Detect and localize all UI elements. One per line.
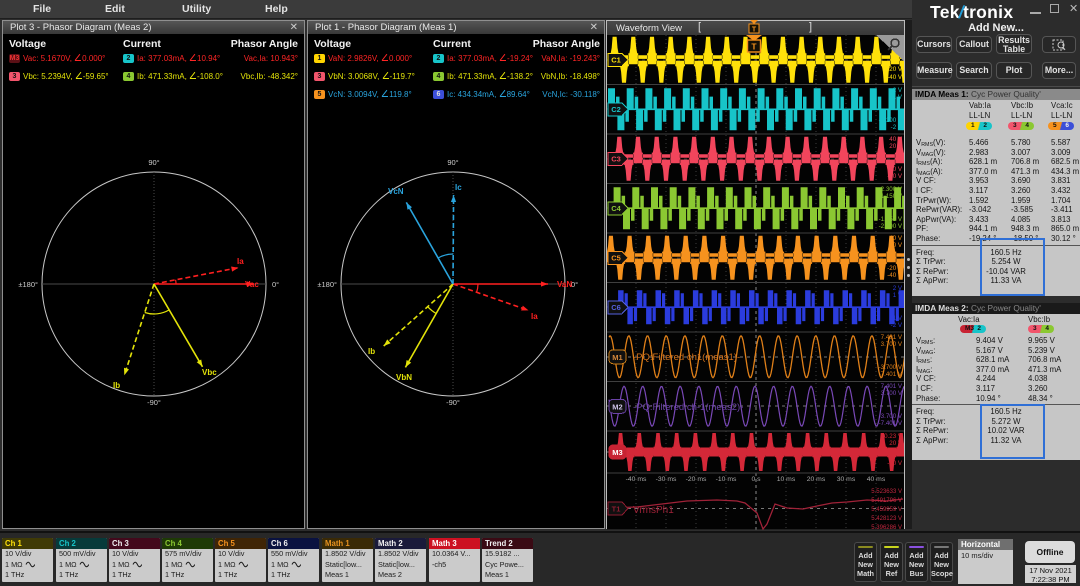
svg-text:-PQ:Filtered ch1(meas1)-: -PQ:Filtered ch1(meas1)- xyxy=(633,352,740,363)
svg-text:Vac: Vac xyxy=(245,280,259,289)
svg-text:-90°: -90° xyxy=(147,398,161,407)
svg-text:-20 ms: -20 ms xyxy=(686,476,707,483)
svg-text:VaN: VaN xyxy=(557,280,572,289)
svg-text:3.700 V: 3.700 V xyxy=(881,341,903,348)
svg-text:C2: C2 xyxy=(611,105,621,114)
svg-text:-20 V: -20 V xyxy=(887,166,903,173)
svg-text:-7.401 V: -7.401 V xyxy=(879,420,903,427)
svg-text:M2: M2 xyxy=(612,402,622,411)
svg-text:VbN: VbN xyxy=(396,373,412,382)
svg-text:-90°: -90° xyxy=(446,398,460,407)
svg-text:-3.700 V: -3.700 V xyxy=(879,413,903,420)
svg-text:0°: 0° xyxy=(272,280,279,289)
svg-text:-20 V: -20 V xyxy=(887,460,903,467)
svg-text:-PQ:Filtered ch-1(meas2)-: -PQ:Filtered ch-1(meas2)- xyxy=(633,402,743,413)
svg-text:C5: C5 xyxy=(611,254,621,263)
svg-text:-40 V: -40 V xyxy=(887,272,903,279)
svg-text:90°: 90° xyxy=(447,158,458,167)
svg-text:-1.100 V: -1.100 V xyxy=(879,117,903,124)
svg-text:-2 V: -2 V xyxy=(891,124,903,131)
svg-text:10 ms: 10 ms xyxy=(777,476,796,483)
svg-text:-7.401 V: -7.401 V xyxy=(879,371,903,378)
svg-text:-10 ms: -10 ms xyxy=(716,476,737,483)
svg-text:C1: C1 xyxy=(611,56,621,65)
svg-text:7.401 V: 7.401 V xyxy=(881,383,903,390)
svg-text:Ib: Ib xyxy=(113,381,120,390)
svg-text:C4: C4 xyxy=(611,204,621,213)
svg-text:-1.150 V: -1.150 V xyxy=(879,216,903,223)
svg-text:-40 ms: -40 ms xyxy=(626,476,647,483)
svg-text:VcN: VcN xyxy=(388,187,404,196)
svg-text:Ic: Ic xyxy=(455,183,462,192)
svg-text:Vbc: Vbc xyxy=(202,368,217,377)
svg-text:-30 ms: -30 ms xyxy=(656,476,677,483)
svg-text:0 s: 0 s xyxy=(751,476,761,483)
svg-text:1.150 V: 1.150 V xyxy=(881,193,903,200)
svg-text:-20 V: -20 V xyxy=(887,66,903,73)
svg-text:40 ms: 40 ms xyxy=(867,476,886,483)
svg-text:1 V: 1 V xyxy=(893,292,903,299)
svg-text:T: T xyxy=(752,27,757,34)
svg-text:T: T xyxy=(751,42,757,52)
svg-text:VrmsPh1: VrmsPh1 xyxy=(633,505,674,516)
svg-text:40 V: 40 V xyxy=(889,136,903,143)
svg-text:-40 V: -40 V xyxy=(887,74,903,81)
svg-text:-1 V: -1 V xyxy=(891,315,903,322)
svg-text:10.23 V: 10.23 V xyxy=(881,433,903,440)
svg-text:-3.700 V: -3.700 V xyxy=(879,364,903,371)
svg-text:C3: C3 xyxy=(611,155,621,164)
svg-text:±180°: ±180° xyxy=(317,280,337,289)
svg-text:2.300 V: 2.300 V xyxy=(881,186,903,193)
svg-text:5.491796 V: 5.491796 V xyxy=(871,498,902,504)
svg-text:5.459959 V: 5.459959 V xyxy=(871,507,902,513)
svg-text:C6: C6 xyxy=(611,303,621,312)
svg-text:20 V: 20 V xyxy=(889,143,903,150)
svg-text:20 V: 20 V xyxy=(889,440,903,447)
svg-text:T1: T1 xyxy=(612,504,621,513)
svg-text:2 V: 2 V xyxy=(893,87,903,94)
svg-text:7.401 V: 7.401 V xyxy=(881,334,903,341)
svg-text:Ia: Ia xyxy=(531,312,538,321)
svg-text:M1: M1 xyxy=(612,353,622,362)
svg-text:1 V: 1 V xyxy=(893,94,903,101)
svg-text:M3: M3 xyxy=(612,448,622,457)
svg-text:20 ms: 20 ms xyxy=(807,476,826,483)
svg-text:-2 V: -2 V xyxy=(891,322,903,329)
svg-text:30 ms: 30 ms xyxy=(837,476,856,483)
svg-text:2 V: 2 V xyxy=(893,285,903,292)
svg-text:20 V: 20 V xyxy=(889,242,903,249)
svg-text:90°: 90° xyxy=(148,158,159,167)
svg-text:40 V: 40 V xyxy=(889,235,903,242)
svg-text:Ia: Ia xyxy=(237,257,244,266)
svg-text:-2.300 V: -2.300 V xyxy=(879,223,903,230)
svg-text:5.523633 V: 5.523633 V xyxy=(871,489,902,495)
svg-text:Ib: Ib xyxy=(368,347,375,356)
svg-text:-20 V: -20 V xyxy=(887,265,903,272)
svg-text:5.396286 V: 5.396286 V xyxy=(871,525,902,530)
svg-text:5.428123 V: 5.428123 V xyxy=(871,516,902,522)
svg-text:-40 V: -40 V xyxy=(887,173,903,180)
svg-text:3.700 V: 3.700 V xyxy=(881,390,903,397)
svg-text:±180°: ±180° xyxy=(18,280,38,289)
